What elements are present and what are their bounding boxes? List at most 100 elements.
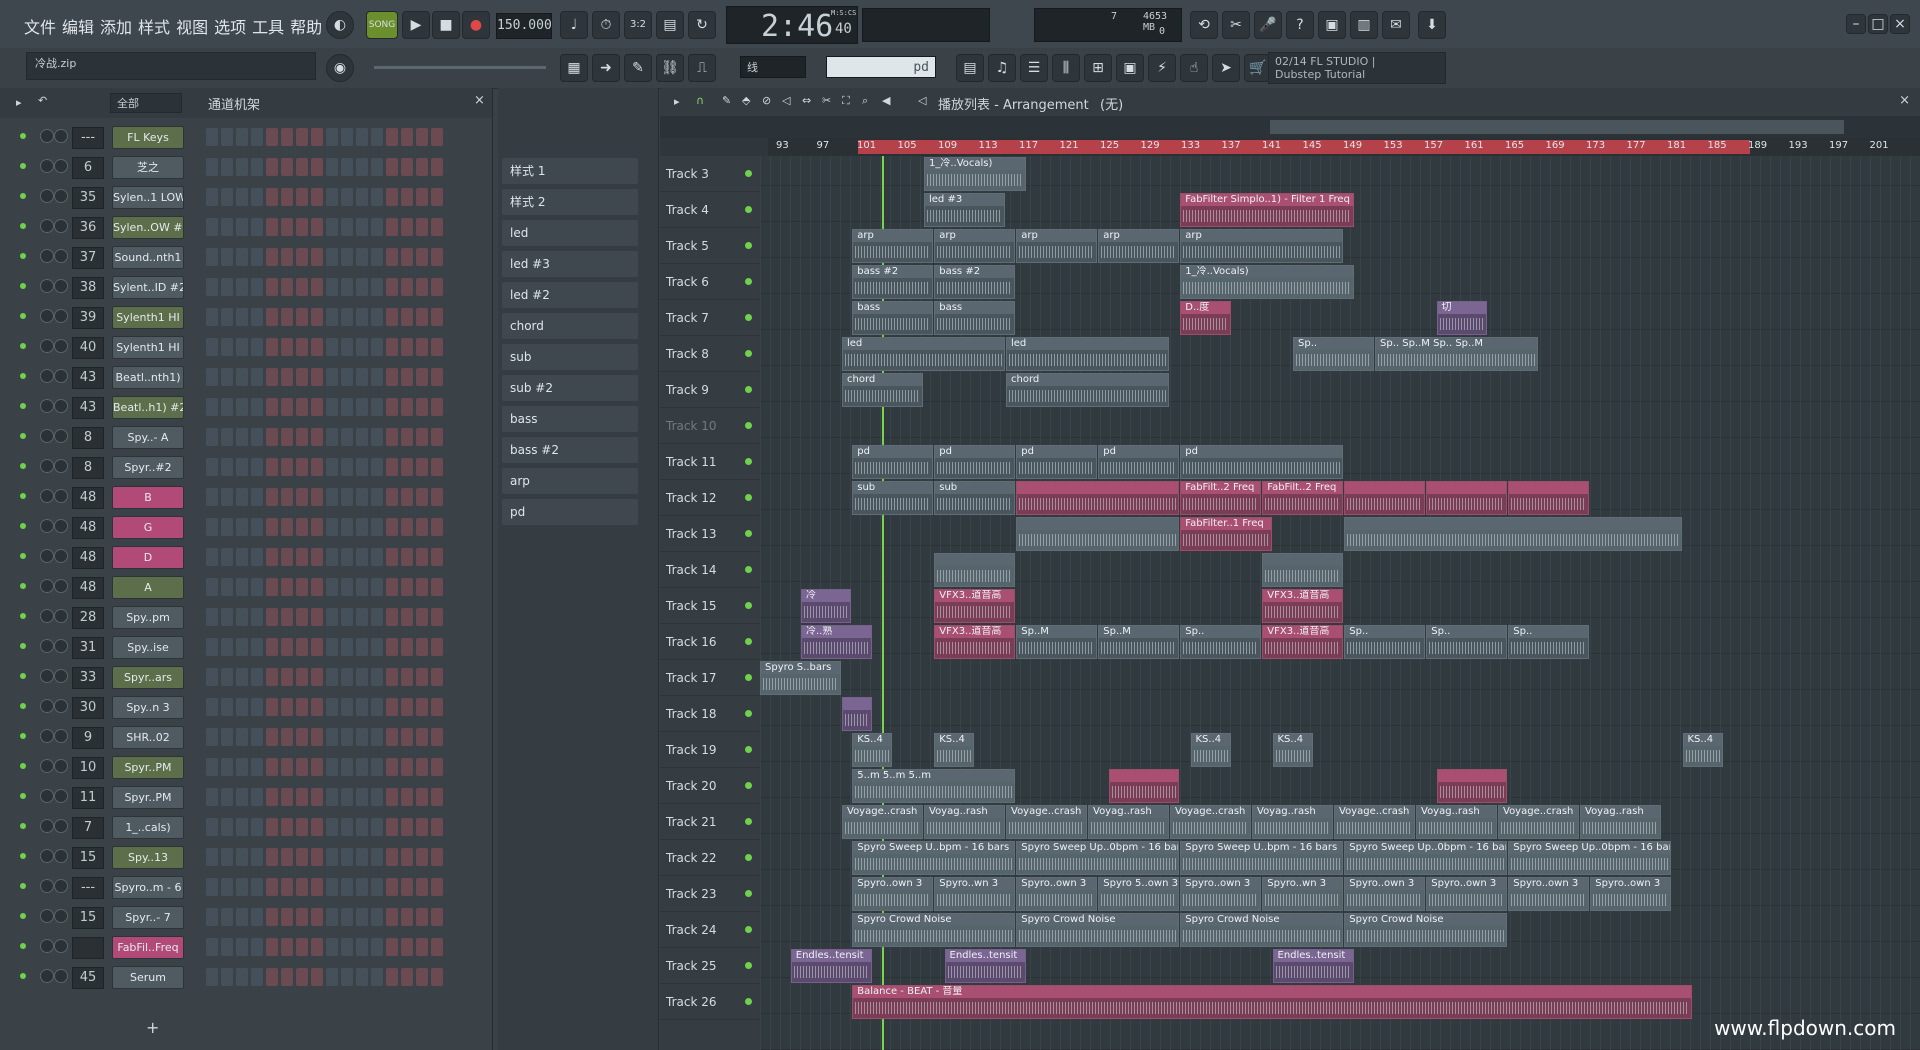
step-button[interactable] bbox=[266, 158, 278, 176]
step-button[interactable] bbox=[251, 818, 263, 836]
step-button[interactable] bbox=[371, 578, 383, 596]
step-button[interactable] bbox=[326, 368, 338, 386]
step-button[interactable] bbox=[281, 818, 293, 836]
playlist-clip[interactable]: chord bbox=[1006, 373, 1169, 407]
channel-row[interactable]: 45 Serum bbox=[0, 961, 492, 991]
download-icon[interactable]: ⬇ bbox=[1418, 11, 1446, 39]
step-button[interactable] bbox=[401, 128, 413, 146]
track-mute-led[interactable] bbox=[745, 494, 752, 501]
step-button[interactable] bbox=[371, 608, 383, 626]
channel-mixer-track[interactable]: 10 bbox=[72, 757, 104, 779]
step-button[interactable] bbox=[431, 128, 443, 146]
playlist-clip[interactable]: VFX3..道音高 bbox=[934, 589, 1016, 623]
step-button[interactable] bbox=[206, 758, 218, 776]
step-button[interactable] bbox=[236, 878, 248, 896]
step-button[interactable] bbox=[206, 668, 218, 686]
channel-knob[interactable] bbox=[40, 129, 54, 143]
step-button[interactable] bbox=[386, 128, 398, 146]
channel-name-button[interactable]: Spyr..ars bbox=[112, 666, 184, 689]
step-button[interactable] bbox=[281, 548, 293, 566]
step-button[interactable] bbox=[206, 698, 218, 716]
pattern-item[interactable]: 样式 2 bbox=[502, 189, 638, 215]
step-button[interactable] bbox=[416, 248, 428, 266]
track-mute-led[interactable] bbox=[745, 998, 752, 1005]
step-button[interactable] bbox=[431, 398, 443, 416]
channel-row[interactable]: 36 Sylen..OW #2 bbox=[0, 211, 492, 241]
step-button[interactable] bbox=[326, 338, 338, 356]
step-sequencer[interactable] bbox=[206, 368, 443, 386]
playlist-clip[interactable]: Voyag..rash bbox=[1252, 805, 1333, 839]
step-button[interactable] bbox=[251, 128, 263, 146]
step-button[interactable] bbox=[326, 608, 338, 626]
channel-row[interactable]: FabFil..Freq bbox=[0, 931, 492, 961]
magnet-icon[interactable]: ∩ bbox=[696, 94, 704, 107]
step-button[interactable] bbox=[251, 338, 263, 356]
step-button[interactable] bbox=[356, 608, 368, 626]
step-button[interactable] bbox=[416, 398, 428, 416]
step-button[interactable] bbox=[341, 698, 353, 716]
track-header[interactable]: Track 14 bbox=[660, 552, 760, 588]
step-button[interactable] bbox=[416, 488, 428, 506]
step-button[interactable] bbox=[281, 698, 293, 716]
step-sequencer[interactable] bbox=[206, 278, 443, 296]
step-button[interactable] bbox=[266, 218, 278, 236]
step-button[interactable] bbox=[281, 398, 293, 416]
news-panel[interactable]: 02/14 FL STUDIO | Dubstep Tutorial bbox=[1268, 52, 1446, 84]
step-button[interactable] bbox=[266, 668, 278, 686]
step-button[interactable] bbox=[281, 338, 293, 356]
step-button[interactable] bbox=[296, 848, 308, 866]
playlist-clip[interactable]: Endles..tensit bbox=[944, 949, 1026, 983]
step-button[interactable] bbox=[251, 878, 263, 896]
channel-name-button[interactable]: Sylen..OW #2 bbox=[112, 216, 184, 239]
step-button[interactable] bbox=[296, 698, 308, 716]
channel-row[interactable]: 48 D bbox=[0, 541, 492, 571]
channel-knob[interactable] bbox=[54, 519, 68, 533]
step-button[interactable] bbox=[386, 578, 398, 596]
step-button[interactable] bbox=[356, 968, 368, 986]
step-button[interactable] bbox=[251, 278, 263, 296]
step-button[interactable] bbox=[251, 368, 263, 386]
channel-enable-led[interactable] bbox=[20, 703, 26, 709]
step-button[interactable] bbox=[416, 938, 428, 956]
playlist-clip[interactable] bbox=[1436, 769, 1508, 803]
track-header[interactable]: Track 13 bbox=[660, 516, 760, 552]
step-button[interactable] bbox=[386, 368, 398, 386]
step-button[interactable] bbox=[401, 278, 413, 296]
step-button[interactable] bbox=[206, 968, 218, 986]
step-button[interactable] bbox=[266, 308, 278, 326]
playlist-clip[interactable]: led bbox=[1006, 337, 1169, 371]
step-button[interactable] bbox=[296, 818, 308, 836]
pencil-tool-icon[interactable]: ✎ bbox=[722, 94, 731, 107]
step-button[interactable] bbox=[311, 158, 323, 176]
playlist-clip[interactable]: Sp.. bbox=[1180, 625, 1262, 659]
step-button[interactable] bbox=[266, 398, 278, 416]
step-button[interactable] bbox=[326, 488, 338, 506]
step-button[interactable] bbox=[296, 608, 308, 626]
step-button[interactable] bbox=[326, 128, 338, 146]
step-button[interactable] bbox=[326, 878, 338, 896]
step-button[interactable] bbox=[341, 188, 353, 206]
step-sequencer[interactable] bbox=[206, 668, 443, 686]
step-button[interactable] bbox=[416, 668, 428, 686]
step-sequencer[interactable] bbox=[206, 788, 443, 806]
channel-knob[interactable] bbox=[54, 699, 68, 713]
playlist-clip[interactable]: Spyro Sweep Up..0bpm - 16 bars bbox=[1508, 841, 1672, 875]
step-button[interactable] bbox=[281, 578, 293, 596]
playlist-clip[interactable]: arp bbox=[934, 229, 1016, 263]
channel-knob[interactable] bbox=[40, 249, 54, 263]
stamp-icon[interactable]: ⎍ bbox=[688, 54, 716, 82]
slip-tool-icon[interactable]: ⇔ bbox=[802, 94, 811, 107]
step-button[interactable] bbox=[326, 458, 338, 476]
step-sequencer[interactable] bbox=[206, 578, 443, 596]
step-button[interactable] bbox=[386, 398, 398, 416]
track-header[interactable]: Track 18 bbox=[660, 696, 760, 732]
channel-enable-led[interactable] bbox=[20, 133, 26, 139]
step-button[interactable] bbox=[281, 758, 293, 776]
step-button[interactable] bbox=[296, 788, 308, 806]
step-button[interactable] bbox=[326, 938, 338, 956]
step-button[interactable] bbox=[371, 428, 383, 446]
step-button[interactable] bbox=[416, 308, 428, 326]
playlist-clip[interactable]: Spyro S..bars bbox=[760, 661, 841, 695]
step-button[interactable] bbox=[386, 758, 398, 776]
step-edit-icon[interactable]: ▤ bbox=[656, 11, 684, 39]
